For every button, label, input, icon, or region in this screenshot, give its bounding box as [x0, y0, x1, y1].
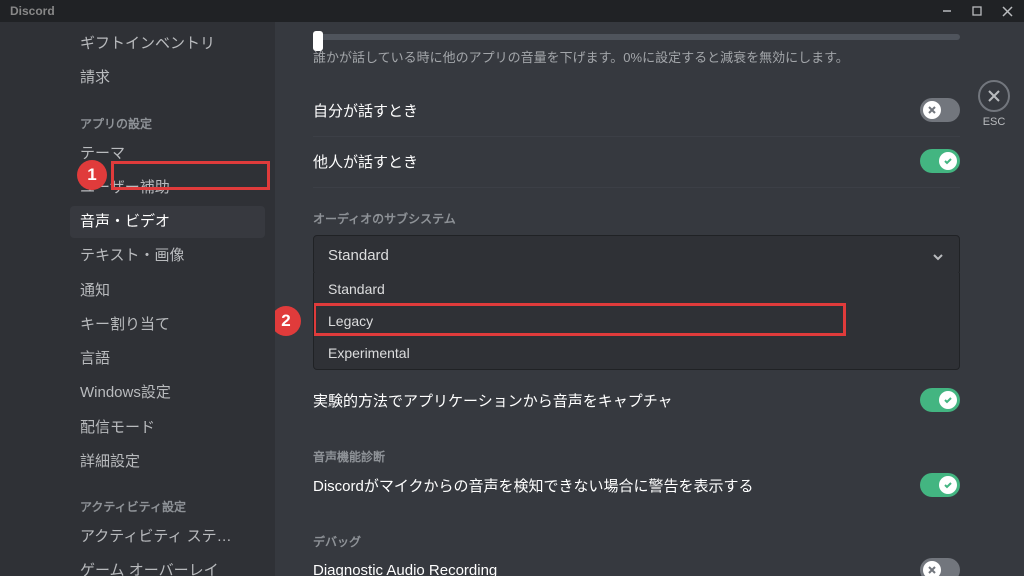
dropdown-value: Standard — [328, 247, 389, 264]
app-title: Discord — [10, 4, 55, 18]
toggle-others-talk[interactable] — [920, 149, 960, 173]
audio-subsystem-options: Standard Legacy Experimental — [313, 273, 960, 370]
toggle-self-talk[interactable] — [920, 98, 960, 122]
toggle-experimental-capture[interactable] — [920, 388, 960, 412]
option-experimental[interactable]: Experimental — [314, 337, 959, 369]
tutorial-highlight-2 — [313, 303, 846, 336]
window-titlebar: Discord — [0, 0, 1024, 22]
tutorial-badge-1: 1 — [77, 160, 107, 190]
sidebar-item-billing[interactable]: 請求 — [70, 62, 265, 94]
minimize-button[interactable] — [934, 2, 960, 20]
row-others-talk: 他人が話すとき — [313, 137, 960, 188]
option-standard[interactable]: Standard — [314, 273, 959, 305]
sidebar-item-text[interactable]: テキスト・画像 — [70, 240, 265, 272]
attenuation-slider[interactable] — [313, 34, 960, 40]
row-experimental-capture: 実験的方法でアプリケーションから音声をキャプチャ — [313, 370, 960, 426]
chevron-down-icon — [931, 250, 945, 264]
tutorial-highlight-1 — [111, 161, 270, 190]
voice-settings-panel: Powered by Driver Easy www.DriverEasy.co… — [275, 22, 1024, 576]
sidebar-item-overlay[interactable]: ゲーム オーバーレイ — [70, 555, 265, 576]
sidebar-item-lang[interactable]: 言語 — [70, 343, 265, 375]
esc-label: ESC — [983, 116, 1006, 128]
experimental-capture-label: 実験的方法でアプリケーションから音声をキャプチャ — [313, 390, 673, 411]
tutorial-badge-2: 2 — [275, 306, 301, 336]
sidebar-item-windows[interactable]: Windows設定 — [70, 377, 265, 409]
sidebar-item-voice[interactable]: 音声・ビデオ — [70, 206, 265, 238]
sidebar-item-streamer[interactable]: 配信モード — [70, 412, 265, 444]
toggle-debug-audio[interactable] — [920, 558, 960, 576]
close-button[interactable] — [994, 2, 1020, 20]
sidebar-item-gift[interactable]: ギフトインベントリ — [70, 28, 265, 60]
row-voice-diagnostics: Discordがマイクからの音声を検知できない場合に警告を表示する — [313, 473, 960, 511]
voice-diagnostics-heading: 音声機能診断 — [313, 426, 960, 473]
audio-subsystem-dropdown[interactable]: Standard — [313, 235, 960, 275]
row-debug-audio: Diagnostic Audio Recording — [313, 558, 960, 576]
settings-sidebar: ギフトインベントリ 請求 アプリの設定 テーマ ユーザー補助 音声・ビデオ テキ… — [0, 22, 275, 576]
sidebar-item-advanced[interactable]: 詳細設定 — [70, 446, 265, 478]
slider-thumb[interactable] — [313, 31, 323, 51]
sidebar-item-keybinds[interactable]: キー割り当て — [70, 309, 265, 341]
close-settings-button[interactable]: ESC — [978, 80, 1010, 128]
toggle-voice-diagnostics[interactable] — [920, 473, 960, 497]
sidebar-item-notif[interactable]: 通知 — [70, 275, 265, 307]
sidebar-category-activity: アクティビティ設定 — [70, 480, 265, 519]
debug-heading: デバッグ — [313, 511, 960, 558]
sidebar-category-app: アプリの設定 — [70, 97, 265, 136]
maximize-button[interactable] — [964, 2, 990, 20]
debug-audio-label: Diagnostic Audio Recording — [313, 562, 497, 576]
sidebar-item-activity-status[interactable]: アクティビティ ステ… — [70, 521, 265, 553]
row-self-talk: 自分が話すとき — [313, 86, 960, 137]
audio-subsystem-heading: オーディオのサブシステム — [313, 188, 960, 235]
close-icon — [987, 89, 1001, 103]
attenuation-description: 誰かが話している時に他のアプリの音量を下げます。0%に設定すると減衰を無効にしま… — [313, 48, 960, 68]
voice-diagnostics-label: Discordがマイクからの音声を検知できない場合に警告を表示する — [313, 475, 754, 496]
self-talk-label: 自分が話すとき — [313, 100, 418, 121]
others-talk-label: 他人が話すとき — [313, 151, 418, 172]
